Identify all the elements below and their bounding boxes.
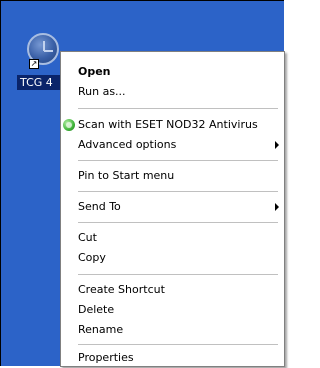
menu-item-cut[interactable]: Cut bbox=[61, 228, 283, 248]
menu-separator bbox=[78, 191, 278, 192]
menu-item-scan-eset[interactable]: Scan with ESET NOD32 Antivirus bbox=[61, 115, 283, 135]
menu-item-label: Cut bbox=[78, 231, 97, 244]
menu-item-label: Scan with ESET NOD32 Antivirus bbox=[78, 118, 258, 131]
menu-item-label: Pin to Start menu bbox=[78, 169, 175, 182]
menu-item-open[interactable]: Open bbox=[61, 62, 283, 82]
menu-separator bbox=[78, 222, 278, 223]
chevron-right-icon bbox=[275, 203, 279, 211]
menu-item-run-as[interactable]: Run as... bbox=[61, 82, 283, 102]
menu-separator bbox=[78, 160, 278, 161]
menu-item-label: Properties bbox=[78, 351, 134, 364]
menu-item-label: Send To bbox=[78, 200, 121, 213]
menu-item-label: Run as... bbox=[78, 85, 126, 98]
menu-item-label: Delete bbox=[78, 303, 115, 316]
menu-item-label: Copy bbox=[78, 251, 106, 264]
eset-icon bbox=[63, 119, 75, 131]
menu-item-advanced-options[interactable]: Advanced options bbox=[61, 135, 283, 155]
desktop-icon-label: TCG 4 bbox=[17, 75, 63, 90]
menu-item-properties[interactable]: Properties bbox=[61, 348, 283, 368]
menu-item-label: Advanced options bbox=[78, 138, 177, 151]
menu-item-create-shortcut[interactable]: Create Shortcut bbox=[61, 280, 283, 300]
chevron-right-icon bbox=[275, 141, 279, 149]
context-menu: Open Run as... Scan with ESET NOD32 Anti… bbox=[60, 51, 285, 367]
shortcut-arrow-icon: ↗ bbox=[29, 59, 39, 69]
menu-item-send-to[interactable]: Send To bbox=[61, 197, 283, 217]
menu-item-label: Rename bbox=[78, 323, 124, 336]
menu-separator bbox=[78, 344, 278, 345]
menu-item-pin-start[interactable]: Pin to Start menu bbox=[61, 166, 283, 186]
menu-item-delete[interactable]: Delete bbox=[61, 300, 283, 320]
desktop: ↗ TCG 4 Open Run as... Scan with ESET NO… bbox=[0, 0, 285, 367]
menu-separator bbox=[78, 274, 278, 275]
menu-item-label: Create Shortcut bbox=[78, 283, 165, 296]
menu-item-rename[interactable]: Rename bbox=[61, 320, 283, 340]
menu-item-label: Open bbox=[78, 65, 111, 78]
menu-separator bbox=[78, 108, 278, 109]
menu-item-copy[interactable]: Copy bbox=[61, 248, 283, 268]
